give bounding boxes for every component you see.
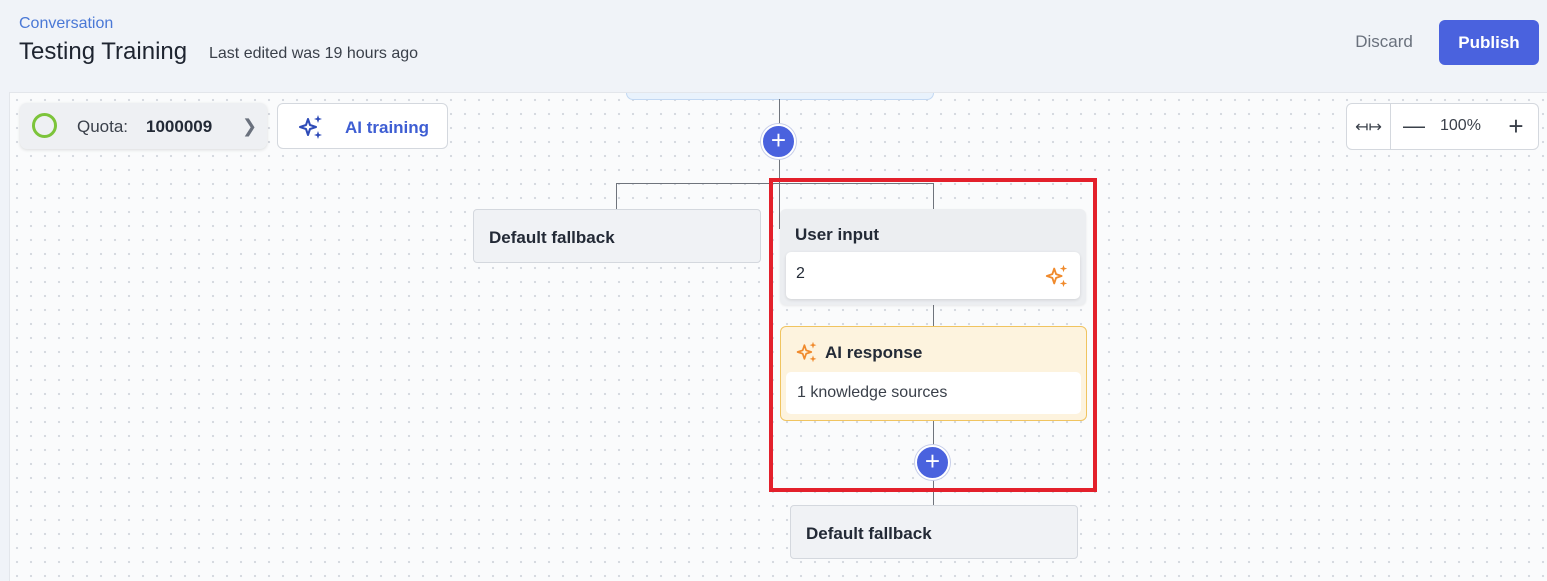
highlight-box: [769, 178, 1097, 492]
quota-value: 1000009: [146, 117, 213, 136]
zoom-out-icon[interactable]: —: [1399, 111, 1429, 141]
sparkle-icon: [299, 115, 322, 139]
breadcrumb-conversation[interactable]: Conversation: [19, 15, 113, 33]
progress-ring-icon: [32, 113, 57, 138]
chevron-right-icon: ❯: [242, 116, 258, 136]
page-title: Testing Training: [19, 38, 188, 65]
default-fallback-node[interactable]: Default fallback: [790, 505, 1078, 559]
zoom-level: 100%: [1440, 117, 1481, 134]
quota-label: Quota:: [77, 117, 129, 136]
ai-training-button[interactable]: AI training: [277, 103, 448, 149]
node-label: Default fallback: [806, 524, 932, 543]
plus-icon: +: [770, 125, 787, 155]
connector-line: [616, 183, 617, 209]
ai-training-label: AI training: [345, 118, 430, 137]
quota-button[interactable]: Quota: 1000009 ❯: [20, 103, 267, 149]
last-edited-text: Last edited was 19 hours ago: [209, 45, 419, 62]
fit-width-icon[interactable]: ↤↦: [1347, 104, 1391, 149]
previous-node-stub[interactable]: [626, 93, 934, 100]
flow-canvas[interactable]: Quota: 1000009 ❯ AI training ↤↦ — 100% +…: [9, 92, 1547, 581]
zoom-in-icon[interactable]: +: [1501, 111, 1531, 141]
publish-button[interactable]: Publish: [1439, 20, 1539, 65]
discard-button[interactable]: Discard: [1340, 29, 1428, 55]
add-step-button[interactable]: +: [761, 124, 796, 159]
node-label: Default fallback: [489, 228, 615, 247]
default-fallback-node[interactable]: Default fallback: [473, 209, 761, 263]
page-header: Conversation Testing Training Last edite…: [0, 0, 1547, 92]
zoom-controls: ↤↦ — 100% +: [1346, 103, 1539, 150]
